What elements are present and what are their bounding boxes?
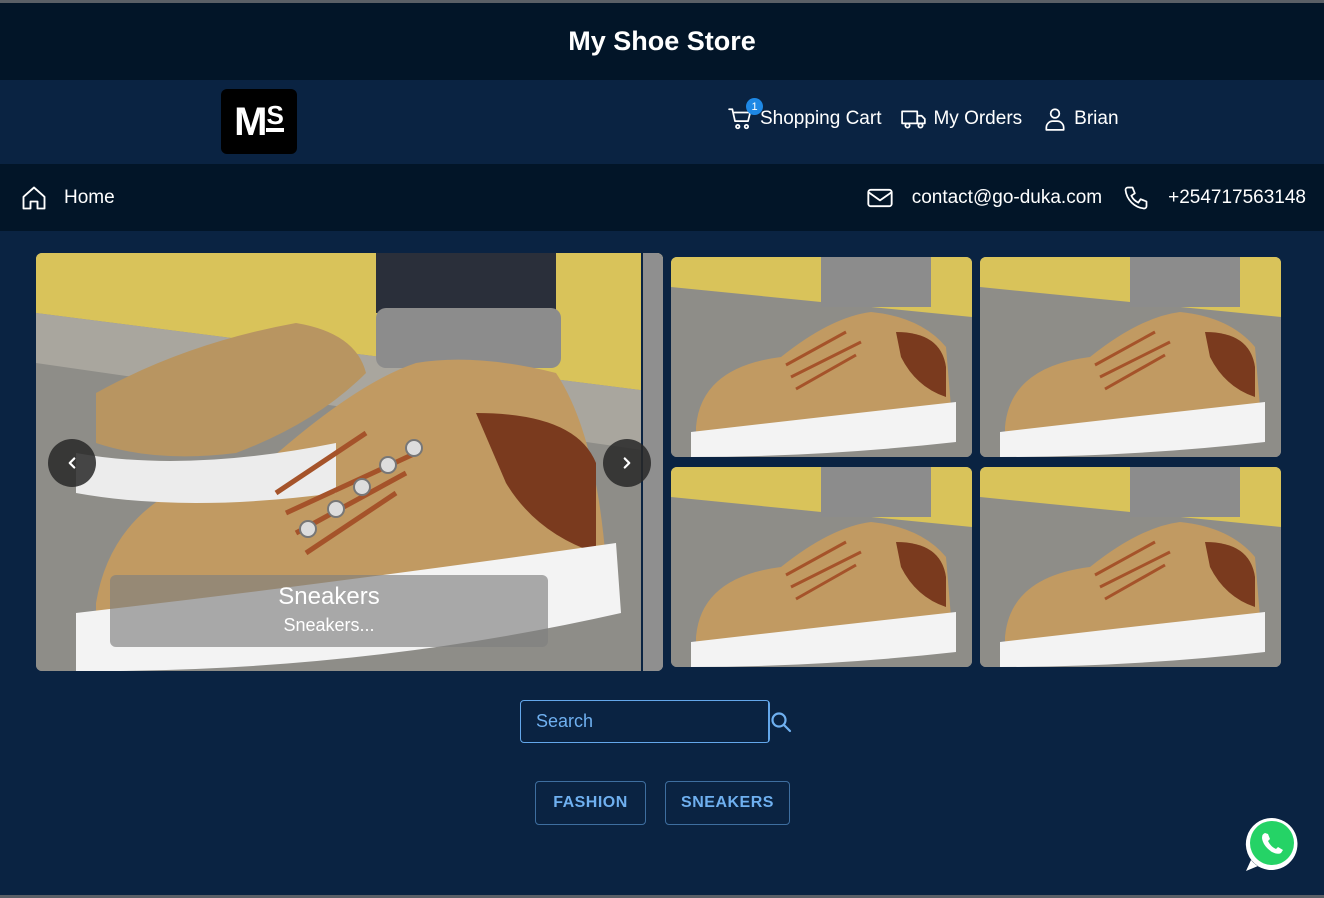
thumbnail-shoe-image bbox=[671, 257, 972, 457]
product-thumbnail[interactable] bbox=[980, 257, 1281, 457]
caption-title: Sneakers bbox=[278, 583, 380, 610]
home-icon bbox=[22, 186, 46, 210]
shopping-cart-link[interactable]: 1 Shopping Cart bbox=[728, 98, 882, 132]
thumbnail-shoe-image bbox=[980, 257, 1281, 457]
shopping-cart-label: Shopping Cart bbox=[760, 108, 882, 129]
search-button[interactable] bbox=[768, 701, 793, 742]
user-account-link[interactable]: Brian bbox=[1042, 106, 1119, 132]
header: M S 1 Shopping Cart My Orders Brian bbox=[0, 80, 1324, 164]
product-carousel[interactable]: Sneakers Sneakers... bbox=[36, 253, 663, 671]
thumbnail-shoe-image bbox=[671, 467, 972, 667]
header-nav: 1 Shopping Cart My Orders Brian bbox=[728, 98, 1119, 132]
email-contact[interactable]: contact@go-duka.com bbox=[866, 184, 1102, 212]
my-orders-link[interactable]: My Orders bbox=[901, 106, 1022, 132]
phone-icon bbox=[1124, 186, 1148, 210]
home-link[interactable]: Home bbox=[20, 184, 115, 212]
product-thumbnail[interactable] bbox=[980, 467, 1281, 667]
carousel-prev-button[interactable] bbox=[48, 439, 96, 487]
search-icon bbox=[771, 711, 792, 732]
logo-letter-s: S bbox=[266, 99, 284, 132]
category-chip-fashion[interactable]: FASHION bbox=[535, 781, 646, 825]
whatsapp-chat-button[interactable] bbox=[1243, 815, 1301, 873]
cart-count-badge: 1 bbox=[746, 98, 763, 115]
user-icon bbox=[1045, 108, 1065, 131]
home-label: Home bbox=[64, 187, 115, 208]
contact-info: contact@go-duka.com +254717563148 bbox=[866, 184, 1306, 212]
carousel-caption: Sneakers Sneakers... bbox=[110, 575, 548, 647]
store-logo[interactable]: M S bbox=[221, 89, 297, 154]
product-thumbnail[interactable] bbox=[671, 257, 972, 457]
phone-number: +254717563148 bbox=[1168, 187, 1306, 208]
carousel-next-button[interactable] bbox=[603, 439, 651, 487]
store-title-bar: My Shoe Store bbox=[0, 3, 1324, 80]
email-address: contact@go-duka.com bbox=[911, 187, 1103, 208]
chevron-right-icon bbox=[623, 457, 631, 469]
chevron-left-icon bbox=[68, 457, 76, 469]
mail-icon bbox=[867, 188, 893, 208]
caption-subtitle: Sneakers... bbox=[283, 615, 375, 635]
sub-navigation: Home contact@go-duka.com +254717563148 bbox=[0, 164, 1324, 231]
cart-icon-wrap: 1 bbox=[728, 98, 763, 132]
phone-contact[interactable]: +254717563148 bbox=[1122, 184, 1306, 212]
whatsapp-icon bbox=[1245, 817, 1298, 871]
truck-icon bbox=[901, 110, 927, 129]
my-orders-label: My Orders bbox=[933, 108, 1023, 129]
logo-letter-m: M bbox=[234, 99, 267, 144]
user-name-label: Brian bbox=[1074, 108, 1119, 129]
search-bar bbox=[520, 700, 792, 743]
product-thumbnail[interactable] bbox=[671, 467, 972, 667]
thumbnail-shoe-image bbox=[980, 467, 1281, 667]
search-input[interactable] bbox=[521, 701, 768, 742]
category-chip-sneakers[interactable]: SNEAKERS bbox=[665, 781, 790, 825]
store-title: My Shoe Store bbox=[568, 26, 756, 56]
